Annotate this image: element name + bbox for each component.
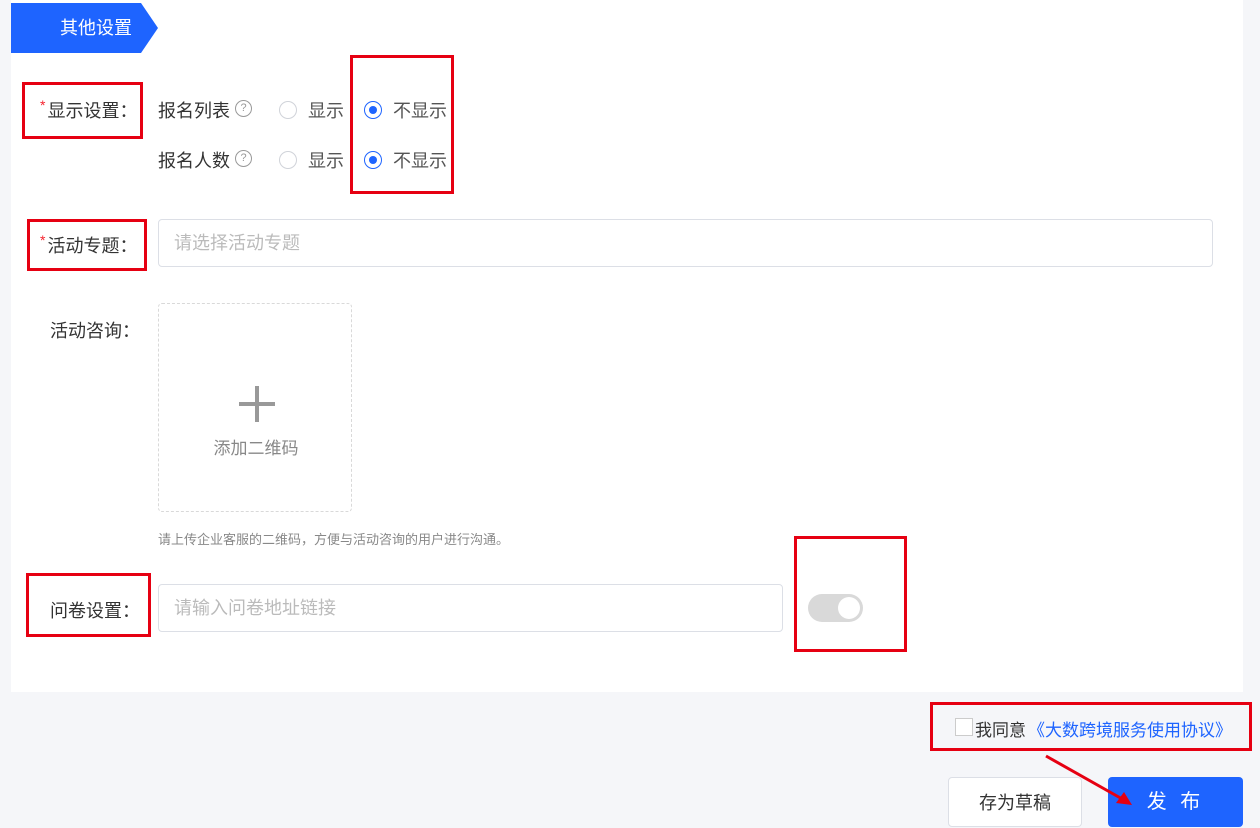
signup-list-show-label[interactable]: 显示 bbox=[308, 97, 344, 123]
consult-label: 活动咨询： bbox=[50, 321, 140, 341]
consult-hint: 请上传企业客服的二维码，方便与活动咨询的用户进行沟通。 bbox=[158, 532, 510, 547]
annotation-box bbox=[22, 82, 143, 139]
annotation-box bbox=[794, 536, 907, 652]
survey-url-input[interactable]: 请输入问卷地址链接 bbox=[158, 584, 783, 632]
signup-list-show-radio[interactable] bbox=[279, 101, 297, 119]
section-title-tag: 其他设置 bbox=[11, 3, 158, 53]
signup-count-show-label[interactable]: 显示 bbox=[308, 147, 344, 173]
signup-count-show-radio[interactable] bbox=[279, 151, 297, 169]
qrcode-upload[interactable]: 添加二维码 bbox=[158, 303, 352, 512]
annotation-box bbox=[27, 219, 147, 271]
signup-list-label: 报名列表 bbox=[158, 101, 230, 121]
help-icon[interactable]: ? bbox=[235, 100, 252, 117]
upload-label: 添加二维码 bbox=[213, 439, 299, 458]
annotation-arrow-icon bbox=[1045, 754, 1132, 805]
signup-count-label: 报名人数 bbox=[158, 151, 230, 171]
topic-select[interactable]: 请选择活动专题 bbox=[158, 219, 1213, 267]
help-icon[interactable]: ? bbox=[235, 150, 252, 167]
annotation-box bbox=[350, 55, 454, 194]
annotation-box bbox=[930, 702, 1252, 751]
annotation-box bbox=[26, 573, 151, 637]
